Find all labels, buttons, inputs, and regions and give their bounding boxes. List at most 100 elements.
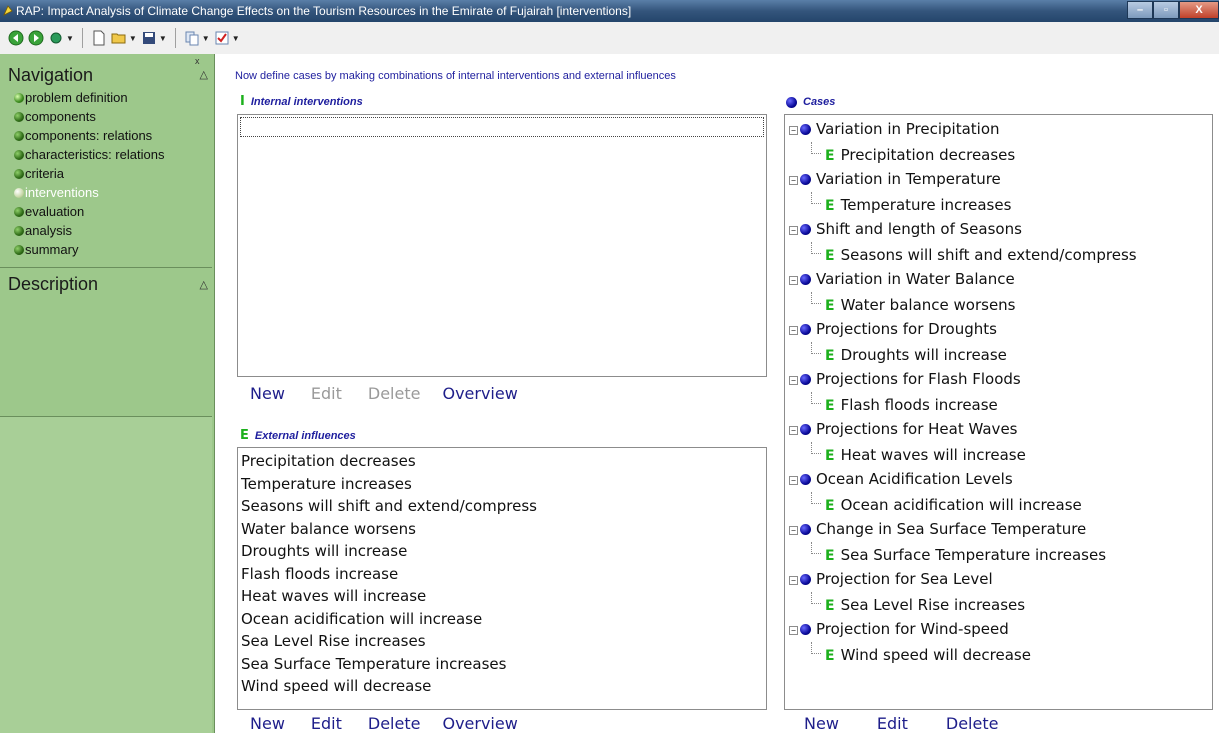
focus-row[interactable] bbox=[240, 117, 764, 137]
case-child-node[interactable]: E Sea Surface Temperature increases bbox=[789, 542, 1137, 567]
cases-new-button[interactable]: New bbox=[804, 714, 839, 733]
case-node[interactable]: − Ocean Acidification Levels bbox=[789, 467, 1137, 492]
close-button[interactable]: X bbox=[1179, 1, 1219, 19]
navigation-pane: x Navigation △ problem definition compon… bbox=[0, 54, 215, 733]
collapse-toggle-icon[interactable]: − bbox=[789, 476, 798, 485]
internal-overview-button[interactable]: Overview bbox=[442, 384, 517, 403]
bullet-icon bbox=[14, 169, 24, 179]
nav-item-summary[interactable]: summary bbox=[12, 240, 164, 259]
external-influence-item[interactable]: Heat waves will increase bbox=[241, 585, 766, 608]
nav-item-characteristics-relations[interactable]: characteristics: relations bbox=[12, 145, 164, 164]
case-child-node[interactable]: E Precipitation decreases bbox=[789, 142, 1137, 167]
case-child-node[interactable]: E Seasons will shift and extend/compress bbox=[789, 242, 1137, 267]
case-child-node[interactable]: E Sea Level Rise increases bbox=[789, 592, 1137, 617]
case-node[interactable]: − Variation in Precipitation bbox=[789, 117, 1137, 142]
save-icon[interactable] bbox=[141, 30, 157, 46]
external-influence-item[interactable]: Flash floods increase bbox=[241, 563, 766, 586]
external-new-button[interactable]: New bbox=[250, 714, 285, 733]
checklist-icon[interactable] bbox=[214, 30, 230, 46]
copy-dropdown-icon[interactable]: ▼ bbox=[202, 34, 210, 43]
forward-icon[interactable] bbox=[28, 30, 44, 46]
nav-item-problem-definition[interactable]: problem definition bbox=[12, 88, 164, 107]
copy-icon[interactable] bbox=[184, 30, 200, 46]
case-child-node[interactable]: E Droughts will increase bbox=[789, 342, 1137, 367]
external-influence-icon: E bbox=[825, 348, 835, 364]
external-influence-item[interactable]: Precipitation decreases bbox=[241, 450, 766, 473]
description-collapse-icon[interactable]: △ bbox=[200, 278, 208, 291]
external-influence-item[interactable]: Seasons will shift and extend/compress bbox=[241, 495, 766, 518]
case-child-node[interactable]: E Water balance worsens bbox=[789, 292, 1137, 317]
external-influence-item[interactable]: Water balance worsens bbox=[241, 518, 766, 541]
internal-edit-button: Edit bbox=[310, 384, 342, 403]
case-node[interactable]: − Change in Sea Surface Temperature bbox=[789, 517, 1137, 542]
new-document-icon[interactable] bbox=[91, 30, 107, 46]
nav-item-interventions[interactable]: interventions bbox=[12, 183, 164, 202]
external-edit-button[interactable]: Edit bbox=[311, 714, 342, 733]
nav-item-analysis[interactable]: analysis bbox=[12, 221, 164, 240]
save-dropdown-icon[interactable]: ▼ bbox=[159, 34, 167, 43]
nav-item-criteria[interactable]: criteria bbox=[12, 164, 164, 183]
external-influence-item[interactable]: Wind speed will decrease bbox=[241, 675, 766, 698]
cases-delete-button[interactable]: Delete bbox=[946, 714, 999, 733]
nav-item-components-relations[interactable]: components: relations bbox=[12, 126, 164, 145]
case-child-node[interactable]: E Wind speed will decrease bbox=[789, 642, 1137, 667]
external-influence-item[interactable]: Droughts will increase bbox=[241, 540, 766, 563]
case-child-label: Precipitation decreases bbox=[840, 146, 1016, 164]
navigation-collapse-icon[interactable]: △ bbox=[200, 68, 208, 81]
external-delete-button[interactable]: Delete bbox=[368, 714, 421, 733]
case-node[interactable]: − Projections for Heat Waves bbox=[789, 417, 1137, 442]
globe-dropdown-icon[interactable]: ▼ bbox=[66, 34, 74, 43]
cases-tree[interactable]: − Variation in Precipitation E Precipitatio… bbox=[784, 114, 1213, 710]
bullet-icon bbox=[14, 188, 24, 198]
external-influence-item[interactable]: Ocean acidification will increase bbox=[241, 608, 766, 631]
external-influence-icon: E bbox=[825, 198, 835, 214]
tree-connector bbox=[811, 242, 821, 254]
case-icon bbox=[800, 424, 811, 435]
case-node[interactable]: − Projection for Wind-speed bbox=[789, 617, 1137, 642]
checklist-dropdown-icon[interactable]: ▼ bbox=[232, 34, 240, 43]
internal-interventions-list[interactable] bbox=[237, 114, 767, 377]
collapse-toggle-icon[interactable]: − bbox=[789, 376, 798, 385]
external-influence-icon: E bbox=[825, 298, 835, 314]
maximize-button[interactable]: ▫ bbox=[1153, 1, 1179, 19]
collapse-toggle-icon[interactable]: − bbox=[789, 326, 798, 335]
case-node[interactable]: − Projections for Droughts bbox=[789, 317, 1137, 342]
case-node[interactable]: − Shift and length of Seasons bbox=[789, 217, 1137, 242]
bullet-icon bbox=[14, 150, 24, 160]
case-icon bbox=[800, 524, 811, 535]
case-node[interactable]: − Variation in Water Balance bbox=[789, 267, 1137, 292]
case-child-node[interactable]: E Ocean acidification will increase bbox=[789, 492, 1137, 517]
external-influence-item[interactable]: Temperature increases bbox=[241, 473, 766, 496]
collapse-toggle-icon[interactable]: − bbox=[789, 526, 798, 535]
external-influence-icon: E bbox=[825, 248, 835, 264]
case-child-node[interactable]: E Heat waves will increase bbox=[789, 442, 1137, 467]
minimize-button[interactable]: – bbox=[1127, 1, 1153, 19]
external-influences-list[interactable]: Precipitation decreases Temperature incre… bbox=[237, 447, 767, 710]
cases-edit-button[interactable]: Edit bbox=[877, 714, 908, 733]
collapse-toggle-icon[interactable]: − bbox=[789, 626, 798, 635]
case-node[interactable]: − Projection for Sea Level bbox=[789, 567, 1137, 592]
open-folder-icon[interactable] bbox=[111, 30, 127, 46]
internal-new-button[interactable]: New bbox=[250, 384, 285, 403]
open-dropdown-icon[interactable]: ▼ bbox=[129, 34, 137, 43]
collapse-toggle-icon[interactable]: − bbox=[789, 576, 798, 585]
collapse-toggle-icon[interactable]: − bbox=[789, 276, 798, 285]
collapse-toggle-icon[interactable]: − bbox=[789, 226, 798, 235]
globe-icon[interactable] bbox=[48, 30, 64, 46]
nav-item-components[interactable]: components bbox=[12, 107, 164, 126]
collapse-toggle-icon[interactable]: − bbox=[789, 426, 798, 435]
external-overview-button[interactable]: Overview bbox=[442, 714, 517, 733]
case-child-node[interactable]: E Temperature increases bbox=[789, 192, 1137, 217]
external-influence-item[interactable]: Sea Surface Temperature increases bbox=[241, 653, 766, 676]
toolbar: ▼ ▼ ▼ ▼ ▼ bbox=[0, 22, 1219, 54]
nav-item-evaluation[interactable]: evaluation bbox=[12, 202, 164, 221]
case-node[interactable]: − Projections for Flash Floods bbox=[789, 367, 1137, 392]
case-child-node[interactable]: E Flash floods increase bbox=[789, 392, 1137, 417]
case-name: Projections for Heat Waves bbox=[816, 420, 1018, 438]
case-icon bbox=[800, 324, 811, 335]
collapse-toggle-icon[interactable]: − bbox=[789, 176, 798, 185]
collapse-toggle-icon[interactable]: − bbox=[789, 126, 798, 135]
case-node[interactable]: − Variation in Temperature bbox=[789, 167, 1137, 192]
external-influence-item[interactable]: Sea Level Rise increases bbox=[241, 630, 766, 653]
back-icon[interactable] bbox=[8, 30, 24, 46]
